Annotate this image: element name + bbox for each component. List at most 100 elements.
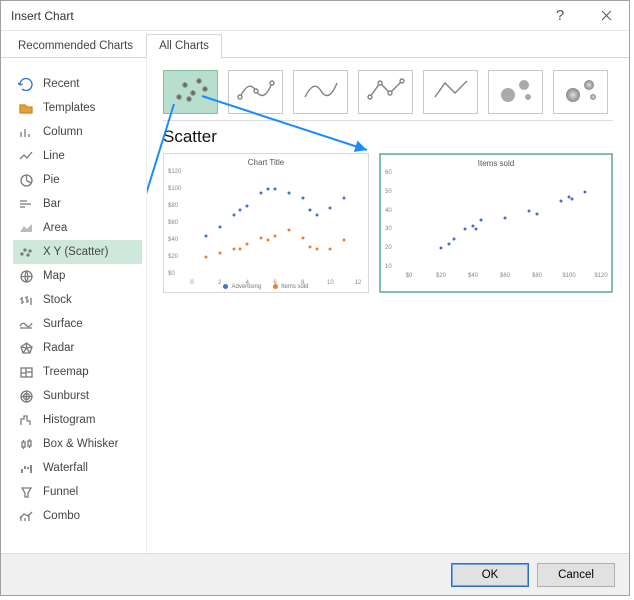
nav-item-recent[interactable]: Recent — [13, 72, 142, 96]
nav-item-stock[interactable]: Stock — [13, 288, 142, 312]
data-point — [287, 228, 290, 231]
nav-label: Waterfall — [43, 462, 88, 474]
tab-all-charts[interactable]: All Charts — [146, 34, 222, 58]
nav-item-combo[interactable]: Combo — [13, 504, 142, 528]
data-point — [308, 245, 311, 248]
bubble-icon — [494, 73, 538, 112]
nav-item-line[interactable]: Line — [13, 144, 142, 168]
histogram-icon — [17, 411, 35, 429]
x-tick: $80 — [532, 273, 542, 279]
nav-item-surface[interactable]: Surface — [13, 312, 142, 336]
nav-item-waterfall[interactable]: Waterfall — [13, 456, 142, 480]
waterfall-icon — [17, 459, 35, 477]
data-point — [560, 200, 563, 203]
column-icon — [17, 123, 35, 141]
subtype-scatter-smooth-markers[interactable] — [228, 70, 283, 114]
funnel-icon — [17, 483, 35, 501]
y-tick: $40 — [168, 237, 178, 243]
area-icon — [17, 219, 35, 237]
section-title: Scatter — [163, 127, 613, 147]
recent-icon — [17, 75, 35, 93]
data-point — [480, 219, 483, 222]
y-tick: $20 — [168, 254, 178, 260]
data-point — [267, 188, 270, 191]
legend: Advertising Items sold — [164, 284, 368, 290]
data-point — [536, 213, 539, 216]
preview-title: Chart Title — [164, 154, 368, 167]
nav-label: Combo — [43, 510, 80, 522]
close-button[interactable] — [583, 1, 629, 31]
nav-item-templates[interactable]: Templates — [13, 96, 142, 120]
scatter-icon — [17, 243, 35, 261]
ok-button[interactable]: OK — [451, 563, 529, 587]
subtype-scatter[interactable] — [163, 70, 218, 114]
x-tick: $60 — [500, 273, 510, 279]
data-point — [260, 237, 263, 240]
plot-area: 102030405060$0$20$40$60$80$100$120 — [409, 173, 601, 267]
nav-item-radar[interactable]: Radar — [13, 336, 142, 360]
combo-icon — [17, 507, 35, 525]
nav-item-map[interactable]: Map — [13, 264, 142, 288]
help-button[interactable]: ? — [537, 1, 583, 31]
content-area: Scatter Chart Title $0 $20 $40 $60 $80 $100 $1… — [147, 58, 629, 553]
data-point — [448, 243, 451, 246]
data-point — [464, 228, 467, 231]
subtype-bubble[interactable] — [488, 70, 543, 114]
button-bar: OK Cancel — [1, 553, 629, 595]
data-point — [584, 190, 587, 193]
data-point — [246, 243, 249, 246]
subtype-scatter-lines[interactable] — [423, 70, 478, 114]
data-point — [204, 256, 207, 259]
nav-label: Line — [43, 150, 65, 162]
x-tick: $120 — [594, 273, 607, 279]
titlebar: Insert Chart ? — [1, 1, 629, 31]
data-point — [218, 251, 221, 254]
nav-label: Recent — [43, 78, 79, 90]
data-point — [504, 217, 507, 220]
scatter-icon — [169, 73, 213, 112]
subtype-scatter-smooth[interactable] — [293, 70, 348, 114]
y-tick: $120 — [168, 169, 181, 175]
nav-item-histogram[interactable]: Histogram — [13, 408, 142, 432]
nav-label: Radar — [43, 342, 74, 354]
nav-item-treemap[interactable]: Treemap — [13, 360, 142, 384]
tabstrip: Recommended Charts All Charts — [1, 31, 629, 58]
nav-item-funnel[interactable]: Funnel — [13, 480, 142, 504]
nav-item-scatter[interactable]: X Y (Scatter) — [13, 240, 142, 264]
nav-item-column[interactable]: Column — [13, 120, 142, 144]
x-tick: $20 — [436, 273, 446, 279]
preview-chart-title[interactable]: Chart Title $0$20$40$60$80$100$120024681… — [163, 153, 369, 293]
tab-recommended[interactable]: Recommended Charts — [5, 34, 146, 58]
data-point — [287, 192, 290, 195]
y-tick: $80 — [168, 203, 178, 209]
nav-label: Column — [43, 126, 83, 138]
nav-item-bar[interactable]: Bar — [13, 192, 142, 216]
nav-item-area[interactable]: Area — [13, 216, 142, 240]
nav-label: Box & Whisker — [43, 438, 118, 450]
y-tick: 10 — [385, 264, 392, 270]
preview-items-sold[interactable]: Items sold 102030405060$0$20$40$60$80$10… — [379, 153, 613, 293]
y-tick: $100 — [168, 186, 181, 192]
nav-item-pie[interactable]: Pie — [13, 168, 142, 192]
nav-label: Map — [43, 270, 65, 282]
insert-chart-dialog: Insert Chart ? Recommended Charts All Ch… — [0, 0, 630, 596]
data-point — [528, 209, 531, 212]
y-tick: 20 — [385, 245, 392, 251]
nav-item-sunburst[interactable]: Sunburst — [13, 384, 142, 408]
stock-icon — [17, 291, 35, 309]
data-point — [274, 234, 277, 237]
cancel-button[interactable]: Cancel — [537, 563, 615, 587]
data-point — [232, 247, 235, 250]
subtype-bubble-3d[interactable] — [553, 70, 608, 114]
data-point — [315, 213, 318, 216]
surface-icon — [17, 315, 35, 333]
nav-label: Templates — [43, 102, 95, 114]
subtype-scatter-lines-markers[interactable] — [358, 70, 413, 114]
x-tick: $0 — [406, 273, 413, 279]
scatter-lines-icon — [429, 73, 473, 112]
close-icon — [601, 10, 612, 21]
data-point — [343, 239, 346, 242]
y-tick: $0 — [168, 271, 175, 277]
nav-item-boxwhisker[interactable]: Box & Whisker — [13, 432, 142, 456]
x-tick: $40 — [468, 273, 478, 279]
